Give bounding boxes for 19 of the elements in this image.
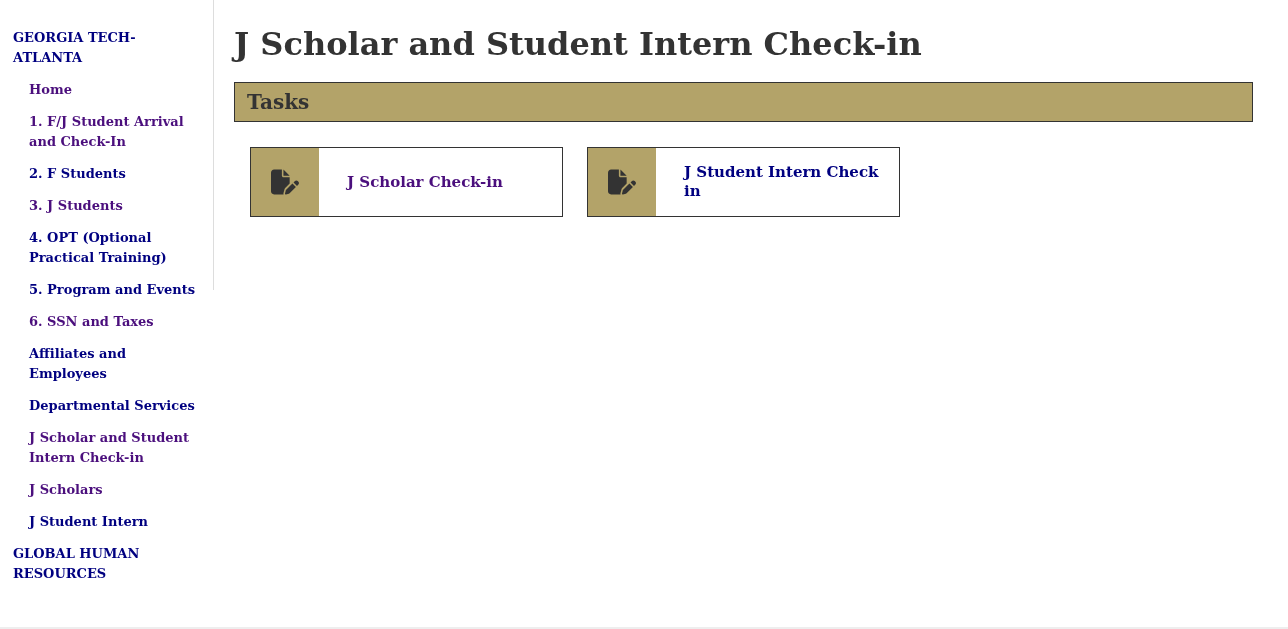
nav-link[interactable]: 6. SSN and Taxes <box>29 312 200 332</box>
nav-link[interactable]: Home <box>29 80 200 100</box>
nav-link[interactable]: J Scholars <box>29 480 200 500</box>
nav-link[interactable]: 3. J Students <box>29 196 200 216</box>
file-pen-icon <box>271 167 299 197</box>
section-header: Tasks <box>234 82 1253 122</box>
task-card[interactable]: J Student Intern Check in <box>587 147 900 217</box>
nav-section-link[interactable]: GEORGIA TECH-ATLANTA <box>13 28 163 68</box>
nav-link[interactable]: J Student Intern <box>29 512 200 532</box>
nav-link[interactable]: 4. OPT (Optional Practical Training) <box>29 228 200 268</box>
nav-link[interactable]: Departmental Services <box>29 396 200 416</box>
nav-link[interactable]: 5. Program and Events <box>29 280 200 300</box>
file-pen-icon <box>608 167 636 197</box>
nav-link[interactable]: Affiliates and Employees <box>29 344 200 384</box>
nav-link[interactable]: 2. F Students <box>29 164 200 184</box>
nav-section-link[interactable]: GLOBAL HUMAN RESOURCES <box>13 544 163 584</box>
nav-link[interactable]: 1. F/J Student Arrival and Check-In <box>29 112 200 152</box>
nav-link[interactable]: J Scholar and Student Intern Check-in <box>29 428 200 468</box>
task-card[interactable]: J Scholar Check-in <box>250 147 563 217</box>
